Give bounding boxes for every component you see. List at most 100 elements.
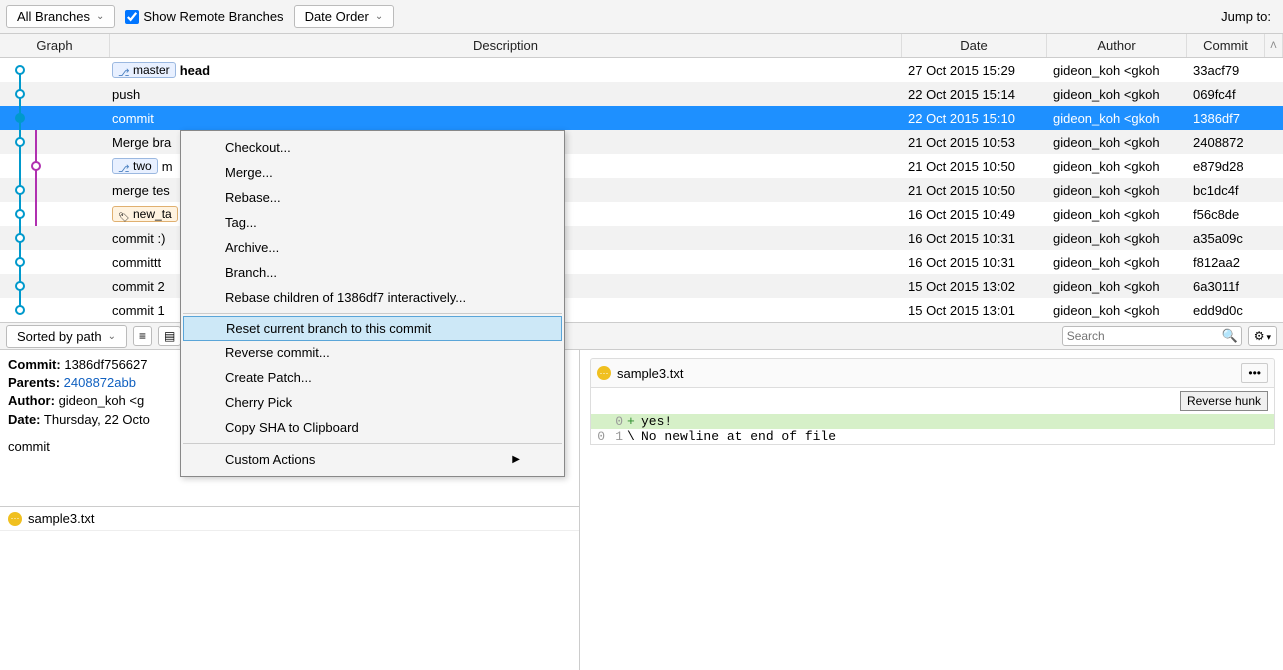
menu-item[interactable]: Create Patch... (181, 365, 564, 390)
hash-cell: edd9d0c (1187, 303, 1265, 318)
date-cell: 27 Oct 2015 15:29 (902, 63, 1047, 78)
graph-cell (0, 154, 110, 178)
menu-item[interactable]: Reset current branch to this commit (183, 316, 562, 341)
author-cell: gideon_koh <gkoh (1047, 255, 1187, 270)
desc-cell: masterhead (110, 62, 902, 78)
date-cell: 16 Oct 2015 10:31 (902, 255, 1047, 270)
diff-menu-button[interactable]: ••• (1241, 363, 1268, 383)
date-cell: 15 Oct 2015 13:01 (902, 303, 1047, 318)
author-cell: gideon_koh <gkoh (1047, 135, 1187, 150)
toolbar: All Branches ⌄ Show Remote Branches Date… (0, 0, 1283, 34)
col-scroll-indicator: ᐱ (1265, 34, 1283, 57)
search-box[interactable]: 🔍 (1062, 326, 1242, 346)
diff-toolbar: Reverse hunk (591, 388, 1274, 414)
menu-item[interactable]: Merge... (181, 160, 564, 185)
menu-item[interactable]: Rebase... (181, 185, 564, 210)
author-cell: gideon_koh <gkoh (1047, 303, 1187, 318)
menu-separator (183, 313, 562, 314)
branch-badge: master (112, 62, 176, 78)
date-label: Date: (8, 412, 41, 427)
graph-cell (0, 106, 110, 130)
order-dropdown[interactable]: Date Order ⌄ (294, 5, 395, 28)
graph-cell (0, 58, 110, 82)
diff-body: Reverse hunk 0+ yes!01\ No newline at en… (590, 388, 1275, 445)
column-headers: Graph Description Date Author Commit ᐱ (0, 34, 1283, 58)
graph-cell (0, 226, 110, 250)
author-cell: gideon_koh <gkoh (1047, 207, 1187, 222)
menu-item[interactable]: Archive... (181, 235, 564, 260)
author-cell: gideon_koh <gkoh (1047, 279, 1187, 294)
diff-filename: sample3.txt (617, 366, 683, 381)
commit-row[interactable]: push22 Oct 2015 15:14gideon_koh <gkoh069… (0, 82, 1283, 106)
parents-label: Parents: (8, 375, 60, 390)
gear-button[interactable]: ⚙▾ (1248, 326, 1277, 346)
show-remote-input[interactable] (125, 10, 139, 24)
commit-row[interactable]: masterhead27 Oct 2015 15:29gideon_koh <g… (0, 58, 1283, 82)
sort-dropdown[interactable]: Sorted by path ⌄ (6, 325, 127, 348)
chevron-down-icon: ⌄ (96, 11, 104, 22)
submenu-arrow-icon: ▶ (512, 454, 520, 465)
show-remote-checkbox[interactable]: Show Remote Branches (125, 9, 283, 24)
author-cell: gideon_koh <gkoh (1047, 87, 1187, 102)
graph-cell (0, 250, 110, 274)
parents-hash[interactable]: 2408872abb (64, 375, 136, 390)
branch-badge: two (112, 158, 158, 174)
date-cell: 15 Oct 2015 13:02 (902, 279, 1047, 294)
col-author[interactable]: Author (1047, 34, 1187, 57)
diff-line: 01\ No newline at end of file (591, 429, 1274, 444)
hash-cell: f56c8de (1187, 207, 1265, 222)
desc-cell: push (110, 87, 902, 102)
menu-separator (183, 443, 562, 444)
hash-cell: 2408872 (1187, 135, 1265, 150)
col-desc[interactable]: Description (110, 34, 902, 57)
graph-cell (0, 178, 110, 202)
date-cell: 22 Oct 2015 15:14 (902, 87, 1047, 102)
search-input[interactable] (1067, 329, 1222, 343)
menu-item[interactable]: Tag... (181, 210, 564, 235)
branch-icon (118, 65, 130, 75)
file-name: sample3.txt (28, 511, 94, 526)
author-cell: gideon_koh <gkoh (1047, 183, 1187, 198)
graph-cell (0, 202, 110, 226)
graph-cell (0, 82, 110, 106)
col-date[interactable]: Date (902, 34, 1047, 57)
sort-label: Sorted by path (17, 329, 102, 344)
col-commit[interactable]: Commit (1187, 34, 1265, 57)
hash-cell: 069fc4f (1187, 87, 1265, 102)
hash-cell: 33acf79 (1187, 63, 1265, 78)
list-view-button[interactable]: ≡ (133, 326, 152, 346)
date-value: Thursday, 22 Octo (44, 412, 150, 427)
author-cell: gideon_koh <gkoh (1047, 231, 1187, 246)
tree-view-button[interactable]: ▤ (158, 326, 181, 346)
file-modified-icon: ⋯ (8, 512, 22, 526)
menu-item[interactable]: Branch... (181, 260, 564, 285)
menu-item[interactable]: Reverse commit... (181, 340, 564, 365)
file-list-item[interactable]: ⋯ sample3.txt (0, 506, 579, 530)
file-modified-icon: ⋯ (597, 366, 611, 380)
date-cell: 16 Oct 2015 10:49 (902, 207, 1047, 222)
col-graph[interactable]: Graph (0, 34, 110, 57)
menu-item[interactable]: Checkout... (181, 135, 564, 160)
tag-badge: new_ta (112, 206, 178, 222)
commit-row[interactable]: commit22 Oct 2015 15:10gideon_koh <gkoh1… (0, 106, 1283, 130)
search-icon: 🔍 (1222, 328, 1238, 344)
order-label: Date Order (305, 9, 369, 24)
graph-cell (0, 274, 110, 298)
chevron-down-icon: ⌄ (108, 331, 116, 342)
author-value: gideon_koh <g (59, 393, 145, 408)
branches-filter-dropdown[interactable]: All Branches ⌄ (6, 5, 115, 28)
hash-cell: bc1dc4f (1187, 183, 1265, 198)
branch-icon (118, 161, 130, 171)
date-cell: 21 Oct 2015 10:50 (902, 183, 1047, 198)
jump-to-label: Jump to: (1221, 9, 1277, 24)
graph-cell (0, 130, 110, 154)
menu-item[interactable]: Custom Actions▶ (181, 447, 564, 472)
date-cell: 22 Oct 2015 15:10 (902, 111, 1047, 126)
commit-hash: 1386df756627 (64, 357, 147, 372)
menu-item[interactable]: Cherry Pick (181, 390, 564, 415)
menu-item[interactable]: Copy SHA to Clipboard (181, 415, 564, 440)
menu-item[interactable]: Rebase children of 1386df7 interactively… (181, 285, 564, 310)
reverse-hunk-button[interactable]: Reverse hunk (1180, 391, 1268, 411)
show-remote-label: Show Remote Branches (143, 9, 283, 24)
author-cell: gideon_koh <gkoh (1047, 63, 1187, 78)
